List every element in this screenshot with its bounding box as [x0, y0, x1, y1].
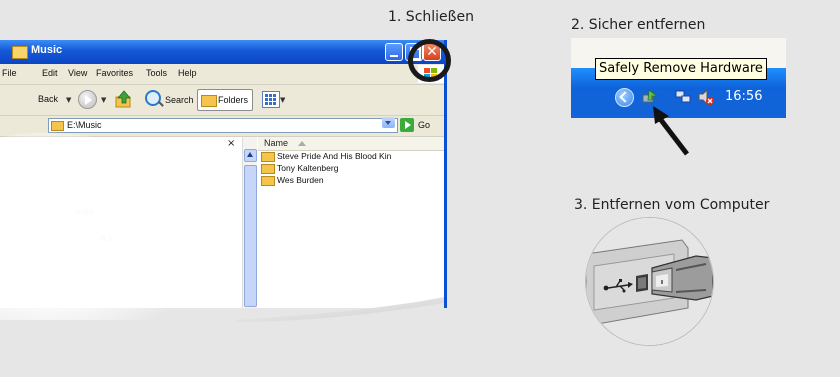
forward-icon[interactable] — [78, 90, 97, 109]
menu-help[interactable]: Help — [178, 68, 197, 78]
address-dropdown-icon[interactable] — [382, 117, 395, 128]
usb-removal-illustration — [585, 217, 714, 346]
list-item-name: Steve Pride And His Blood Kin — [277, 151, 392, 161]
list-item-name: Tony Kaltenberg — [277, 163, 339, 173]
address-bar: E:\Music Go — [0, 116, 444, 137]
views-dropdown-icon[interactable]: ▼ — [280, 96, 285, 104]
back-button[interactable]: Back — [38, 94, 58, 104]
scroll-up-icon[interactable] — [244, 149, 257, 162]
address-input[interactable]: E:\Music — [48, 118, 398, 133]
name-column-header[interactable]: Name — [258, 137, 444, 151]
volume-icon[interactable] — [697, 88, 715, 106]
step-1-caption: 1. Schließen — [388, 9, 474, 25]
menu-edit[interactable]: Edit — [42, 68, 58, 78]
folders-icon — [201, 95, 217, 107]
forward-dropdown-icon[interactable]: ▼ — [101, 96, 106, 104]
tray-tooltip: Safely Remove Hardware — [595, 58, 767, 80]
list-item-name: Wes Burden — [277, 175, 324, 185]
title-bar[interactable]: Music ✕ — [0, 40, 444, 64]
back-dropdown-icon[interactable]: ▼ — [66, 96, 71, 104]
folder-icon — [261, 152, 275, 162]
search-icon — [145, 90, 161, 106]
folders-button[interactable]: Folders — [197, 89, 253, 111]
up-folder-icon[interactable] — [115, 90, 133, 108]
pointer-arrow — [653, 106, 689, 156]
sort-ascending-icon — [298, 141, 306, 146]
menu-bar: File Edit View Favorites Tools Help — [0, 64, 444, 85]
search-label: Search — [165, 95, 194, 105]
folders-label: Folders — [218, 95, 249, 105]
menu-favorites[interactable]: Favorites — [96, 68, 133, 78]
folder-icon — [261, 176, 275, 186]
toolbar: Back ▼ ▼ Search Folders ▼ — [0, 85, 444, 116]
minimize-button[interactable] — [385, 43, 403, 61]
faded-tree-text: A:) — [100, 233, 112, 243]
go-button[interactable]: Go — [418, 120, 430, 130]
views-icon[interactable] — [262, 91, 280, 108]
address-value: E:\Music — [67, 120, 102, 130]
folder-tree-pane: × ents A:) — [0, 137, 240, 308]
folder-icon — [12, 46, 28, 59]
scroll-thumb[interactable] — [244, 165, 257, 307]
highlight-circle — [408, 39, 451, 82]
step-2-caption: 2. Sicher entfernen — [571, 17, 706, 33]
menu-file[interactable]: File — [2, 68, 17, 78]
window-title: Music — [31, 44, 63, 56]
faded-tree-text: ents — [76, 207, 94, 217]
search-button[interactable]: Search — [143, 89, 196, 111]
file-list-pane: Name Steve Pride And His Blood Kin Tony … — [258, 137, 444, 308]
pane-close-button[interactable]: × — [227, 138, 235, 149]
instruction-graphic: 1. Schließen 2. Sicher entfernen 3. Entf… — [0, 0, 840, 377]
go-icon[interactable] — [400, 118, 414, 132]
usb-plug-icon — [586, 218, 713, 345]
column-name-label: Name — [264, 138, 289, 148]
menu-tools[interactable]: Tools — [146, 68, 167, 78]
show-hidden-icons-icon[interactable] — [615, 88, 634, 107]
explorer-window: Music ✕ File Edit View Favorites Tools H… — [0, 40, 447, 308]
folder-icon — [51, 121, 64, 131]
folder-icon — [261, 164, 275, 174]
tree-scrollbar[interactable] — [242, 137, 257, 308]
clock[interactable]: 16:56 — [725, 89, 762, 104]
step-3-caption: 3. Entfernen vom Computer — [574, 197, 770, 213]
menu-view[interactable]: View — [68, 68, 87, 78]
